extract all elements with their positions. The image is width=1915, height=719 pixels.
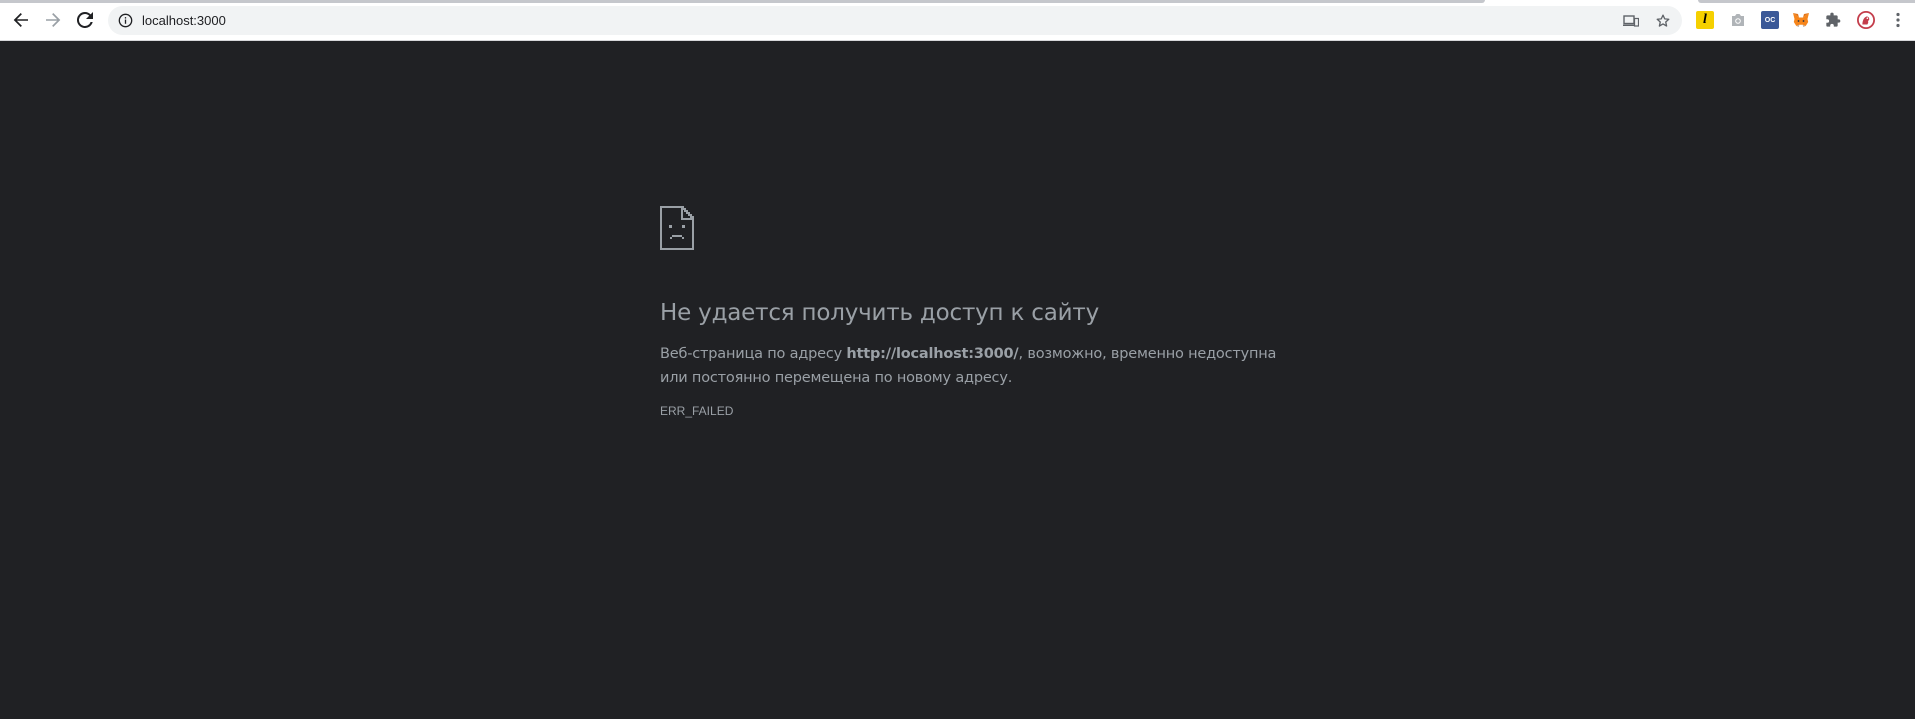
tab-strip-edge <box>0 0 1485 3</box>
camera-extension-icon[interactable] <box>1729 11 1747 29</box>
forward-button[interactable] <box>39 6 67 34</box>
reload-icon <box>77 12 93 28</box>
sad-document-icon <box>660 206 694 250</box>
oc-extension-icon[interactable]: OC <box>1761 11 1779 29</box>
error-page: Не удается получить доступ к сайту Веб-с… <box>660 206 1300 418</box>
more-vert-icon <box>1896 12 1900 28</box>
bookmark-star-icon[interactable] <box>1654 12 1672 30</box>
error-code: ERR_FAILED <box>660 404 734 418</box>
address-url[interactable]: localhost:3000 <box>142 12 226 29</box>
metamask-fox-icon[interactable] <box>1792 11 1810 29</box>
back-button[interactable] <box>7 6 35 34</box>
address-bar[interactable]: localhost:3000 <box>108 6 1682 35</box>
extension-letter: OC <box>1764 16 1776 24</box>
extensions-puzzle-icon[interactable] <box>1824 11 1842 29</box>
error-title: Не удается получить доступ к сайту <box>660 300 1100 326</box>
reload-button[interactable] <box>71 6 99 34</box>
error-description-prefix: Веб-страница по адресу <box>660 346 847 362</box>
info-icon[interactable] <box>118 13 133 28</box>
back-arrow-icon <box>13 13 28 27</box>
browser-toolbar: localhost:3000 l OC <box>0 0 1915 41</box>
error-description: Веб-страница по адресу http://localhost:… <box>660 342 1300 390</box>
tab-strip-edge-right <box>1698 0 1915 3</box>
extension-letter: l <box>1703 12 1707 27</box>
error-url: http://localhost:3000/ <box>846 346 1019 362</box>
browser-menu-button[interactable] <box>1889 11 1907 29</box>
forward-arrow-icon <box>46 13 61 27</box>
yellow-l-extension-icon[interactable]: l <box>1696 11 1714 29</box>
cast-devices-icon[interactable] <box>1622 12 1640 30</box>
profile-avatar-icon[interactable] <box>1857 11 1875 29</box>
